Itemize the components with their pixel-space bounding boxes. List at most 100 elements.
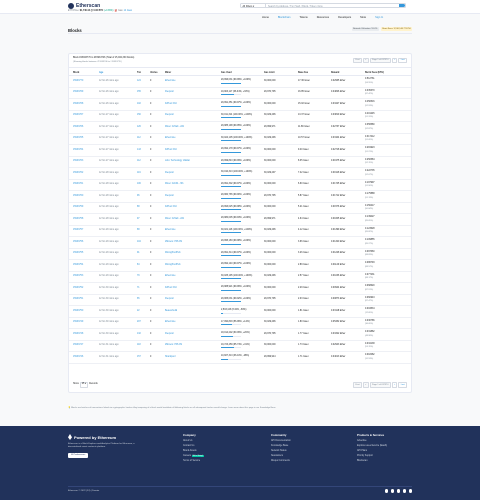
txn-count-link[interactable]: 112 (137, 137, 150, 140)
block-number-link[interactable]: 15933768 (73, 103, 99, 106)
pager-prev-button[interactable]: < (362, 57, 369, 64)
footer-link[interactable]: About Us (183, 440, 204, 443)
miner-link[interactable]: Ethermine (165, 229, 221, 232)
block-number-link[interactable]: 15933761 (73, 183, 99, 186)
block-number-link[interactable]: 15933752 (73, 287, 99, 290)
txn-count-link[interactable]: 126 (137, 126, 150, 129)
txn-count-link[interactable]: 106 (137, 183, 150, 186)
pager-last-button[interactable]: Last (398, 57, 407, 64)
pager-first-button[interactable]: First (353, 57, 362, 64)
miner-link[interactable]: Ethermine (165, 80, 221, 83)
miner-link[interactable]: Sharkpool (165, 356, 221, 359)
block-number-link[interactable]: 15933750 (73, 310, 99, 313)
reddit-icon[interactable] (396, 489, 400, 493)
txn-count-link[interactable]: 143 (137, 149, 150, 152)
txn-count-link[interactable]: 132 (137, 333, 150, 336)
nav-more[interactable]: More (360, 16, 366, 19)
txn-count-link[interactable]: 88 (137, 206, 150, 209)
footer-link[interactable]: Disqus Comments (271, 460, 291, 463)
etherscan-logo[interactable]: Etherscan (68, 3, 100, 9)
footer-link[interactable]: API Documentation (271, 440, 291, 443)
miner-link[interactable]: F2Pool Old (165, 103, 221, 106)
gas-value[interactable]: 14 Gwei (124, 10, 132, 12)
miner-link[interactable]: Lido: Technology Validat (165, 160, 221, 163)
miner-link[interactable]: Flexpool (165, 333, 221, 336)
miner-link[interactable]: Miner: 0x5a0...22b (165, 126, 221, 129)
footer-link[interactable]: Newsletters (271, 455, 291, 458)
block-number-link[interactable]: 15933770 (73, 80, 99, 83)
nav-resources[interactable]: Resources (317, 16, 329, 19)
txn-count-link[interactable]: 91 (137, 252, 150, 255)
nav-tokens[interactable]: Tokens (299, 16, 307, 19)
footer-link[interactable]: Brand Assets (183, 450, 204, 453)
txn-count-link[interactable]: 84 (137, 264, 150, 267)
pager-last-button[interactable]: Last (398, 382, 407, 388)
miner-link[interactable]: MiningPoolHub (165, 264, 221, 267)
miner-link[interactable]: Ethermine (165, 321, 221, 324)
footer-link[interactable]: Network Status (271, 450, 291, 453)
txn-count-link[interactable]: 71 (137, 287, 150, 290)
search-filter-select[interactable]: All Filters ▾ (241, 3, 266, 8)
twitter-icon[interactable] (384, 489, 388, 493)
footer-link[interactable]: Careers We're Hiring! (183, 454, 204, 458)
block-number-link[interactable]: 15933767 (73, 114, 99, 117)
miner-link[interactable]: Ethermine (165, 275, 221, 278)
pager-first-button[interactable]: First (353, 382, 362, 388)
miner-link[interactable]: Ethermine (165, 137, 221, 140)
miner-link[interactable]: Flexpool (165, 114, 221, 117)
txn-count-link[interactable]: 88 (137, 229, 150, 232)
block-number-link[interactable]: 15933760 (73, 195, 99, 198)
txn-count-link[interactable]: 112 (137, 160, 150, 163)
block-number-link[interactable]: 15933748 (73, 333, 99, 336)
nav-blockchain[interactable]: Blockchain (278, 16, 291, 19)
block-number-link[interactable]: 15933747 (73, 344, 99, 347)
block-number-link[interactable]: 15933758 (73, 218, 99, 221)
block-number-link[interactable]: 15933754 (73, 264, 99, 267)
block-number-link[interactable]: 15933753 (73, 275, 99, 278)
miner-link[interactable]: F2Pool Old (165, 206, 221, 209)
page-size-select[interactable]: 25 ▾ (79, 382, 89, 388)
block-number-link[interactable]: 15933763 (73, 160, 99, 163)
txn-count-link[interactable]: 124 (137, 80, 150, 83)
txn-count-link[interactable]: 79 (137, 275, 150, 278)
miner-link[interactable]: Flexpool (165, 298, 221, 301)
block-number-link[interactable]: 15933757 (73, 229, 99, 232)
txn-count-link[interactable]: 150 (137, 114, 150, 117)
miner-link[interactable]: Flexpool (165, 172, 221, 175)
miner-link[interactable]: Flexpool (165, 91, 221, 94)
block-number-link[interactable]: 15933746 (73, 356, 99, 359)
block-number-link[interactable]: 15933749 (73, 321, 99, 324)
footer-link[interactable]: Knowledge Base (271, 445, 291, 448)
footer-link[interactable]: Explorer-as-a-Service (EaaS) (357, 445, 387, 448)
sign-in-link[interactable]: Sign In (375, 16, 383, 19)
eth-price-value[interactable]: $1,740.44 @ 0.06 BTC (80, 10, 104, 12)
miner-link[interactable]: Flexpool (165, 195, 221, 198)
medium-icon[interactable] (408, 489, 412, 493)
block-number-link[interactable]: 15933766 (73, 126, 99, 129)
txn-count-link[interactable]: 104 (137, 241, 150, 244)
footer-link[interactable]: Contact Us (183, 445, 204, 448)
block-number-link[interactable]: 15933765 (73, 137, 99, 140)
pager-prev-button[interactable]: < (362, 382, 369, 388)
txn-count-link[interactable]: 97 (137, 218, 150, 221)
footer-link[interactable]: Terms of Service (183, 460, 204, 463)
miner-link[interactable]: 2Miners: PPLNS (165, 241, 221, 244)
footer-link[interactable]: Blockscan (357, 460, 387, 463)
miner-link[interactable]: Miner: 0xb64...f0b (165, 183, 221, 186)
footer-link[interactable]: API Plans (357, 450, 387, 453)
footer-link[interactable]: Advertise (357, 440, 387, 443)
block-number-link[interactable]: 15933764 (73, 149, 99, 152)
preferences-button[interactable]: ⚙ Preferences (68, 453, 89, 458)
block-number-link[interactable]: 15933759 (73, 206, 99, 209)
facebook-icon[interactable] (390, 489, 394, 493)
block-number-link[interactable]: 15933762 (73, 172, 99, 175)
footer-link[interactable]: Priority Support (357, 455, 387, 458)
search-button[interactable] (399, 3, 405, 7)
miner-link[interactable]: Beaverbuild (165, 310, 221, 313)
miner-link[interactable]: Miner: 0x5a0...22b (165, 218, 221, 221)
txn-count-link[interactable]: 155 (137, 91, 150, 94)
txn-count-link[interactable]: 102 (137, 103, 150, 106)
nav-home[interactable]: Home (262, 16, 269, 19)
search-input[interactable]: Search by Address / Txn Hash / Block / T… (266, 4, 399, 8)
miner-link[interactable]: 2Miners: PPLNS (165, 344, 221, 347)
